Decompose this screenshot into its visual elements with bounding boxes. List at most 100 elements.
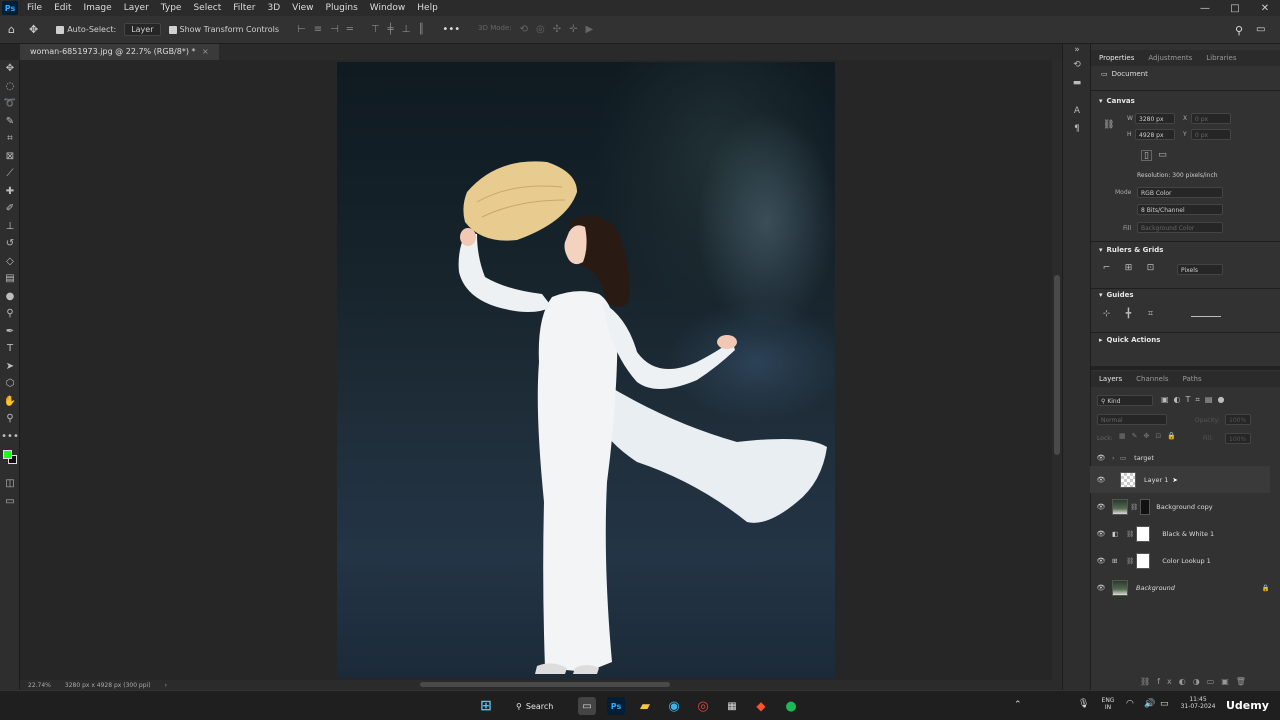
marquee-tool-icon[interactable]: ◌ [0,78,20,96]
character-icon[interactable]: A [1063,102,1091,120]
align-center-icon[interactable]: ≡ [314,24,322,35]
guide-line-style[interactable] [1191,316,1221,317]
taskbar-search[interactable]: ⚲ Search [508,697,570,715]
layer-kind-filter[interactable]: ⚲ Kind [1097,395,1153,406]
layer-row-black-white[interactable]: 👁 ◧ ⛓ Black & White 1 [1090,520,1270,547]
chrome-browser-icon[interactable]: ◎ [694,697,712,715]
edge-browser-icon[interactable]: ◉ [665,697,683,715]
history-icon[interactable]: ⟲ [1063,56,1091,74]
battery-icon[interactable]: ▭ [1160,699,1169,709]
quick-select-tool-icon[interactable]: ✎ [0,113,20,131]
layers-footer-icons[interactable]: ⛓fx◐◑▭▣🗑 [1140,677,1253,686]
layer-row-background[interactable]: 👁 Background 🔒 [1090,574,1270,601]
distribute-vertical-icon[interactable]: ║ [418,24,424,35]
pixel-grid-icon[interactable]: ⊡ [1145,263,1156,274]
eye-icon[interactable]: 👁 [1090,503,1112,511]
x-field[interactable]: 0 px [1191,113,1231,124]
clock[interactable]: 11:45 31-07-2024 [1178,696,1218,710]
spotify-icon[interactable]: ● [782,697,800,715]
menu-view[interactable]: View [286,3,319,13]
screen-mode-icon[interactable]: ▭ [0,493,20,511]
ruler-icon[interactable]: ⌐ [1101,263,1112,274]
eye-icon[interactable]: 👁 [1090,584,1112,592]
home-icon[interactable]: ⌂ [8,23,15,36]
grid-icon[interactable]: ⊞ [1123,263,1134,274]
layer-row-group[interactable]: 👁 › ▭ target [1090,449,1270,466]
more-tools-icon[interactable]: ••• [0,428,20,446]
blur-tool-icon[interactable]: ● [0,288,20,306]
blend-mode-dropdown[interactable]: Normal [1097,414,1167,425]
scrollbar-thumb[interactable] [420,682,670,687]
menu-select[interactable]: Select [187,3,227,13]
move-tool-icon[interactable]: ✥ [29,23,38,36]
width-field[interactable]: 3280 px [1135,113,1175,124]
minimize-button[interactable]: — [1190,3,1220,14]
pen-tool-icon[interactable]: ✒ [0,323,20,341]
status-arrow-icon[interactable]: › [165,682,167,689]
eyedropper-tool-icon[interactable]: ⟋ [0,165,20,183]
3d-orbit-icon[interactable]: ⟲ [520,24,528,35]
mode-dropdown[interactable]: RGB Color [1137,187,1223,198]
shape-tool-icon[interactable]: ⬡ [0,375,20,393]
gradient-tool-icon[interactable]: ▤ [0,270,20,288]
close-tab-icon[interactable]: × [202,47,209,56]
comments-icon[interactable]: ▬ [1063,74,1091,92]
language-indicator[interactable]: ENG IN [1098,697,1118,711]
distribute-icon[interactable]: ═ [347,24,353,35]
menu-layer[interactable]: Layer [118,3,155,13]
auto-select-target-dropdown[interactable]: Layer [124,23,161,36]
color-swatches[interactable] [0,445,19,475]
close-button[interactable]: ✕ [1250,3,1280,14]
file-explorer-icon[interactable]: ▭ [578,697,596,715]
type-tool-icon[interactable]: T [0,340,20,358]
menu-type[interactable]: Type [155,3,188,13]
paragraph-icon[interactable]: ¶ [1063,120,1091,138]
eye-icon[interactable]: 👁 [1090,476,1112,484]
layer-row-layer1[interactable]: 👁 Layer 1 ➤ [1090,466,1270,493]
eye-icon[interactable]: 👁 [1090,557,1112,565]
scrollbar-thumb[interactable] [1054,275,1060,455]
3d-slide-icon[interactable]: ✛ [569,24,577,35]
rulers-section-header[interactable]: ▾ Rulers & Grids [1091,243,1171,257]
wifi-icon[interactable]: ◠ [1126,699,1134,709]
collapse-icon[interactable]: » [1063,44,1091,56]
menu-window[interactable]: Window [364,3,412,13]
bits-dropdown[interactable]: 8 Bits/Channel [1137,204,1223,215]
layer-row-color-lookup[interactable]: 👁 ⊞ ⛓ Color Lookup 1 [1090,547,1270,574]
brush-tool-icon[interactable]: ✐ [0,200,20,218]
foreground-color-swatch[interactable] [3,450,12,459]
document-info[interactable]: 3280 px x 4928 px (300 ppi) [65,682,151,689]
y-field[interactable]: 0 px [1191,129,1231,140]
chevron-up-icon[interactable]: ⌃ [1014,700,1022,710]
microphone-icon[interactable]: 🎙 [1078,699,1089,709]
guide-layout-icon[interactable]: ╋ [1123,309,1134,320]
align-top-icon[interactable]: ⊤ [371,24,380,35]
maximize-button[interactable]: □ [1220,3,1250,14]
guides-icon[interactable]: ⊹ [1101,309,1112,320]
chevron-right-icon[interactable]: › [1112,454,1120,462]
menu-image[interactable]: Image [78,3,118,13]
3d-camera-icon[interactable]: ▶ [586,24,594,35]
3d-pan-icon[interactable]: ✣ [553,24,561,35]
canvas-area[interactable] [20,60,1052,680]
history-brush-tool-icon[interactable]: ↺ [0,235,20,253]
move-tool-icon[interactable]: ✥ [0,60,20,78]
landscape-orientation-icon[interactable]: ▭ [1157,150,1168,161]
menu-plugins[interactable]: Plugins [320,3,364,13]
fill-field[interactable]: 100% [1225,433,1251,444]
more-options-icon[interactable]: ••• [442,24,460,35]
quick-actions-section-header[interactable]: ▸ Quick Actions [1091,333,1168,347]
menu-3d[interactable]: 3D [262,3,287,13]
menu-help[interactable]: Help [411,3,444,13]
tab-paths[interactable]: Paths [1183,375,1202,383]
windows-start-icon[interactable]: ⊞ [477,697,495,715]
filter-icons[interactable]: ▣◐T⌗▤● [1161,395,1229,405]
menu-filter[interactable]: Filter [227,3,261,13]
align-bottom-icon[interactable]: ⊥ [402,24,411,35]
path-selection-tool-icon[interactable]: ➤ [0,358,20,376]
clone-stamp-tool-icon[interactable]: ⊥ [0,218,20,236]
workspace-icon[interactable]: ▭ [1256,24,1265,35]
menu-edit[interactable]: Edit [48,3,77,13]
align-right-icon[interactable]: ⊣ [330,24,339,35]
tab-channels[interactable]: Channels [1136,375,1168,383]
